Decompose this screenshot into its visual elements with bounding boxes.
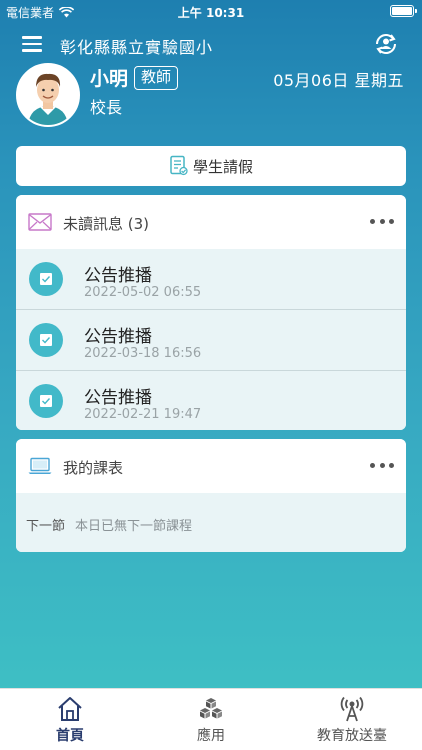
announcement-icon [29,262,63,296]
battery-icon [390,5,417,17]
tab-home[interactable]: 首頁 [0,689,140,750]
tab-apps[interactable]: 應用 [141,689,281,750]
schedule-more-icon[interactable] [370,455,394,475]
user-avatar-icon [18,65,78,125]
announcement-icon [29,323,63,357]
tab-bar: 首頁 應用 教育放送臺 [0,688,422,750]
student-leave-button[interactable]: 學生請假 [16,146,406,186]
schedule-body: 下一節 本日已無下一節課程 [16,493,406,552]
avatar[interactable] [16,63,80,127]
status-bar: 電信業者 上午 10:31 [0,0,422,22]
unread-messages-card: 未讀訊息 (3) 公告推播 2022-05-02 06:55 公告推播 2022… [16,195,406,430]
schedule-card-title: 我的課表 [63,459,124,477]
laptop-icon [28,457,52,474]
message-date: 2022-05-02 06:55 [84,285,202,300]
leave-form-icon [170,155,188,176]
switch-account-icon[interactable] [372,30,400,58]
messages-card-title: 未讀訊息 (3) [63,215,150,233]
message-item[interactable]: 公告推播 2022-02-21 19:47 [16,371,406,430]
leave-button-label: 學生請假 [192,157,253,176]
schedule-card: 我的課表 下一節 本日已無下一節課程 [16,439,406,552]
status-time: 上午 10:31 [177,6,245,20]
app-header: 彰化縣縣立實驗國小 [0,28,422,60]
user-title: 校長 [90,98,123,117]
tab-broadcast-label: 教育放送臺 [317,728,387,744]
message-title: 公告推播 [84,388,152,408]
announcement-icon [29,384,63,418]
broadcast-tower-icon [340,696,364,722]
tab-home-label: 首頁 [56,728,84,744]
role-badge: 教師 [134,66,179,90]
mail-icon [28,213,52,231]
tab-education-broadcast[interactable]: 教育放送臺 [282,689,422,750]
user-name: 小明 [90,68,129,90]
home-icon [58,697,82,721]
tab-apps-label: 應用 [197,728,225,744]
message-title: 公告推播 [84,266,152,286]
message-item[interactable]: 公告推播 2022-05-02 06:55 [16,249,406,310]
messages-more-icon[interactable] [370,211,394,231]
date-label: 05月06日 星期五 [273,71,404,90]
menu-icon[interactable] [22,36,42,52]
next-class-label: 下一節 [26,519,66,534]
message-title: 公告推播 [84,327,152,347]
schedule-card-header: 我的課表 [16,439,406,493]
messages-card-header: 未讀訊息 (3) [16,195,406,249]
next-class-text: 本日已無下一節課程 [75,519,193,534]
message-date: 2022-03-18 16:56 [84,346,202,361]
message-item[interactable]: 公告推播 2022-03-18 16:56 [16,310,406,371]
school-name: 彰化縣縣立實驗國小 [60,38,214,57]
cubes-icon [200,698,222,719]
message-date: 2022-02-21 19:47 [84,407,202,422]
